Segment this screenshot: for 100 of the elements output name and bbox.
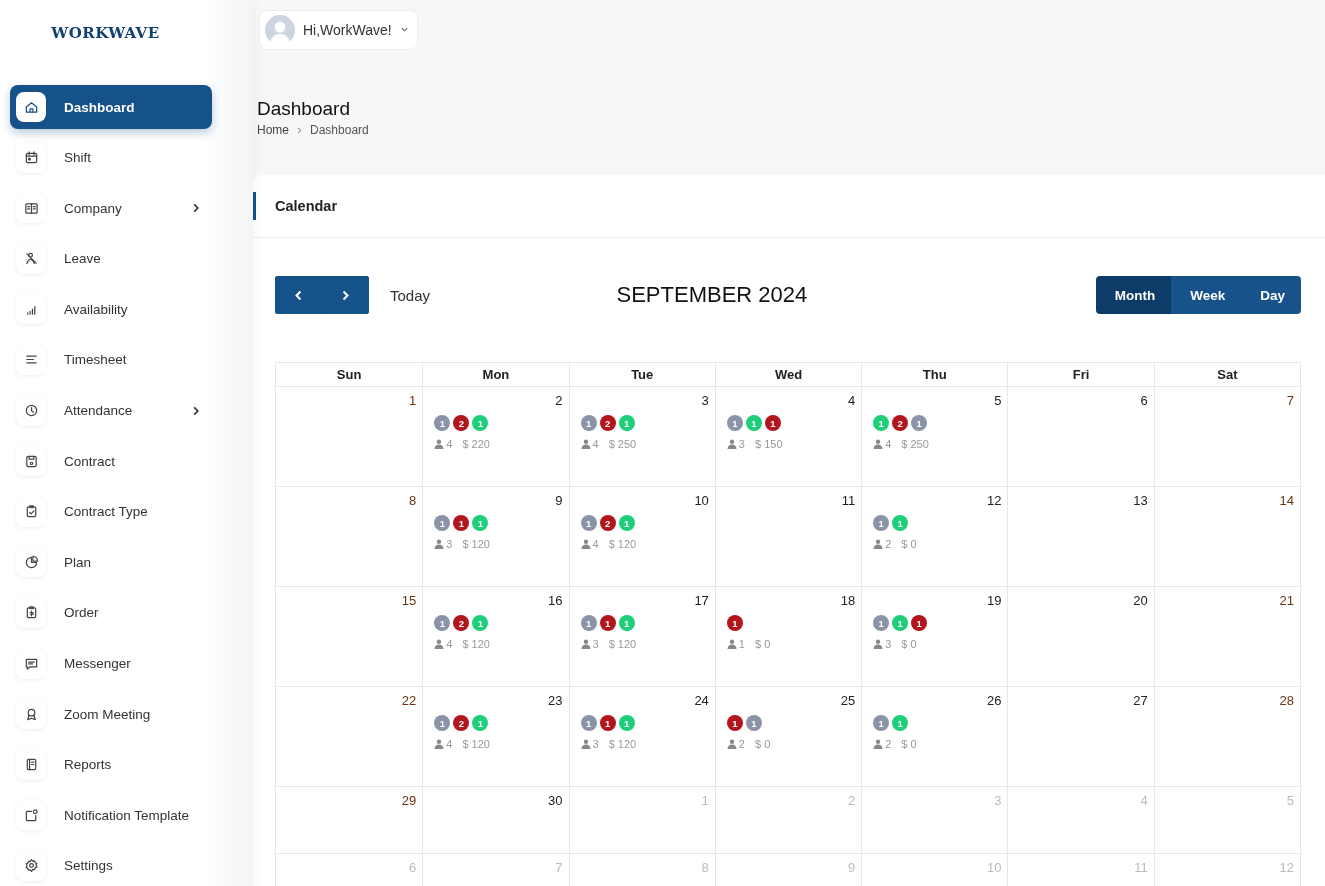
amount-text: $ 0 (901, 538, 917, 550)
day-number: 18 (840, 593, 856, 608)
person-icon (434, 439, 445, 449)
person-icon (726, 739, 737, 749)
day-cell[interactable]: 17 1 1 1 3 $ 120 (568, 587, 715, 686)
day-cell[interactable]: 18 1 1 $ 0 (714, 587, 862, 686)
day-cell[interactable]: 6 (1007, 387, 1154, 486)
sidebar-item[interactable]: Contract (10, 439, 212, 484)
staff-count: 4 (446, 738, 453, 750)
shift-count-badge: 1 (434, 615, 451, 631)
weekday-header: Thu (861, 363, 1008, 386)
sidebar-item[interactable]: Notification Template (10, 793, 212, 838)
day-cell[interactable]: 4 1 1 1 3 $ 150 (714, 387, 862, 486)
day-cell[interactable]: 8 (276, 487, 423, 586)
amount-text: $ 0 (901, 738, 917, 750)
calendar-icon (23, 150, 39, 166)
day-cell[interactable]: 5 1 2 1 4 $ 250 (861, 387, 1008, 486)
day-cell[interactable]: 24 1 1 1 3 $ 120 (568, 687, 715, 786)
day-cell[interactable]: 2 1 2 1 4 $ 220 (422, 387, 569, 486)
day-cell[interactable]: 13 (1007, 487, 1154, 586)
day-cell[interactable]: 26 1 1 2 $ 0 (861, 687, 1008, 786)
person-icon (873, 439, 884, 449)
sidebar-item[interactable]: Shift (10, 135, 212, 180)
view-tab[interactable]: Week (1171, 276, 1242, 314)
day-cell[interactable]: 9 1 1 1 3 $ 120 (422, 487, 569, 586)
day-number: 16 (548, 593, 563, 608)
shift-count-badge: 1 (472, 515, 489, 531)
amount-text: $ 0 (754, 738, 771, 750)
sidebar-item[interactable]: Contract Type (10, 489, 212, 534)
person-icon (726, 439, 737, 449)
sidebar-item[interactable]: Order (10, 590, 212, 635)
person-icon (580, 639, 591, 649)
clock-icon (23, 403, 39, 419)
view-tab[interactable]: Month (1095, 276, 1172, 314)
weekday-header: Fri (1007, 363, 1154, 386)
day-cell[interactable]: 10 1 2 1 4 $ 120 (568, 487, 715, 586)
view-tab[interactable]: Day (1241, 276, 1301, 314)
staff-count: 3 (592, 738, 599, 750)
sidebar-item[interactable]: Timesheet (10, 337, 212, 382)
day-number: 6 (409, 860, 417, 875)
day-cell[interactable]: 29 (276, 787, 423, 853)
pie-icon (23, 554, 39, 570)
sidebar-item[interactable]: Reports (10, 742, 212, 787)
day-cell[interactable]: 14 (1153, 487, 1300, 586)
month-title: SEPTEMBER 2024 (615, 282, 809, 308)
day-cell[interactable]: 23 1 2 1 4 $ 120 (422, 687, 569, 786)
sidebar-item[interactable]: Availability (10, 287, 212, 332)
day-number: 29 (401, 793, 417, 808)
day-number: 7 (555, 860, 563, 875)
amount-text: $ 150 (754, 438, 783, 450)
shift-count-badge: 1 (892, 515, 909, 531)
day-cell[interactable]: 20 (1007, 587, 1154, 686)
breadcrumb-link[interactable]: Home (257, 123, 289, 137)
day-cell[interactable]: 30 (422, 787, 569, 853)
shift-count-badge: 1 (618, 415, 635, 431)
sidebar-item[interactable]: Leave (10, 236, 212, 281)
sidebar-item[interactable]: Settings (10, 843, 212, 886)
day-number: 1 (701, 793, 709, 808)
staff-count: 2 (738, 738, 745, 750)
day-cell[interactable]: 15 (276, 587, 423, 686)
sidebar-item[interactable]: Attendance (10, 388, 212, 433)
sidebar-item[interactable]: Plan (10, 540, 212, 585)
home-icon (23, 99, 39, 115)
sidebar-item[interactable]: Zoom Meeting (10, 692, 212, 737)
day-cell[interactable]: 3 1 2 1 4 $ 250 (568, 387, 715, 486)
day-cell[interactable]: 22 (276, 687, 423, 786)
shift-count-badge: 1 (745, 415, 762, 431)
day-number: 8 (409, 493, 417, 508)
sidebar-item[interactable]: Dashboard (10, 85, 212, 129)
staff-count: 1 (738, 638, 745, 650)
staff-count: 4 (592, 538, 599, 550)
shift-count-badge: 1 (580, 515, 597, 531)
shift-count-badge: 2 (599, 415, 616, 431)
day-cell[interactable]: 16 1 2 1 4 $ 120 (422, 587, 569, 686)
shift-count-badge: 1 (434, 515, 451, 531)
amount-text: $ 120 (462, 538, 490, 550)
sidebar-item[interactable]: Company (10, 186, 212, 231)
day-cell[interactable]: 25 1 1 2 $ 0 (714, 687, 862, 786)
day-cell[interactable]: 1 (276, 387, 423, 486)
user-menu[interactable]: Hi,WorkWave! (259, 9, 418, 50)
weekday-header: Wed (714, 363, 862, 386)
day-number: 20 (1133, 593, 1148, 608)
sidebar-item[interactable]: Messenger (10, 641, 212, 686)
day-number: 3 (701, 393, 709, 408)
day-cell[interactable]: 19 1 1 1 3 $ 0 (861, 587, 1008, 686)
day-cell[interactable]: 21 (1153, 587, 1300, 686)
person-icon (873, 739, 884, 749)
day-cell[interactable]: 12 1 1 2 $ 0 (861, 487, 1008, 586)
day-number: 12 (986, 493, 1002, 508)
day-cell[interactable]: 11 (714, 487, 862, 586)
day-number: 1 (409, 393, 417, 408)
day-cell[interactable]: 28 (1153, 687, 1300, 786)
logo-text: WORKWAVE (51, 24, 160, 42)
day-cell[interactable]: 7 (1153, 387, 1300, 486)
day-number: 15 (401, 593, 417, 608)
shift-count-badge: 1 (472, 715, 489, 731)
today-button[interactable]: Today (382, 280, 439, 310)
amount-text: $ 120 (608, 638, 637, 650)
day-cell[interactable]: 27 (1007, 687, 1154, 786)
amount-text: $ 120 (462, 738, 490, 750)
